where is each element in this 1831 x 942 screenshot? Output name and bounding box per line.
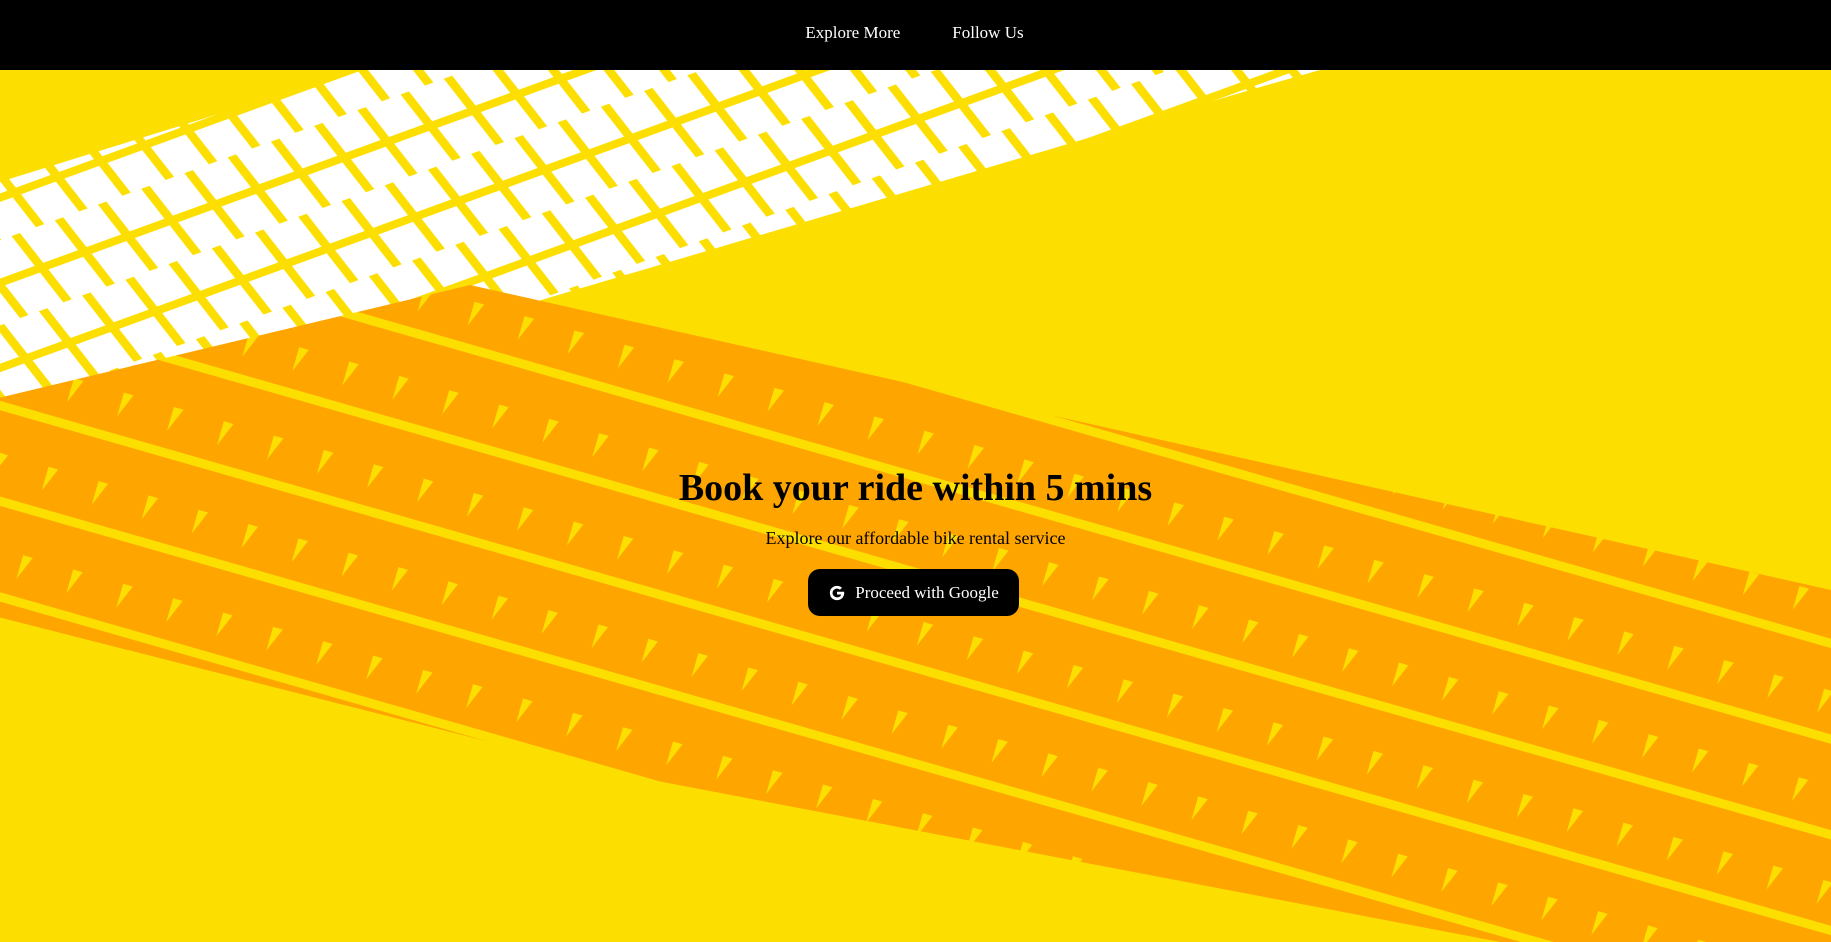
main-nav: Explore More Follow Us — [0, 0, 1831, 70]
nav-explore-more-link[interactable]: Explore More — [779, 23, 926, 43]
hero-title: Book your ride within 5 mins — [678, 467, 1153, 509]
proceed-with-google-button[interactable]: Proceed with Google — [808, 569, 1019, 616]
hero-subtitle: Explore our affordable bike rental servi… — [765, 528, 1066, 548]
proceed-with-google-label: Proceed with Google — [855, 582, 999, 602]
google-g-icon — [830, 585, 845, 600]
nav-follow-us-link[interactable]: Follow Us — [926, 23, 1049, 43]
top-navbar: Explore More Follow Us — [0, 0, 1831, 70]
hero-section: Book your ride within 5 mins Explore our… — [0, 0, 1831, 942]
page: Explore More Follow Us Book your ride wi… — [0, 0, 1831, 942]
